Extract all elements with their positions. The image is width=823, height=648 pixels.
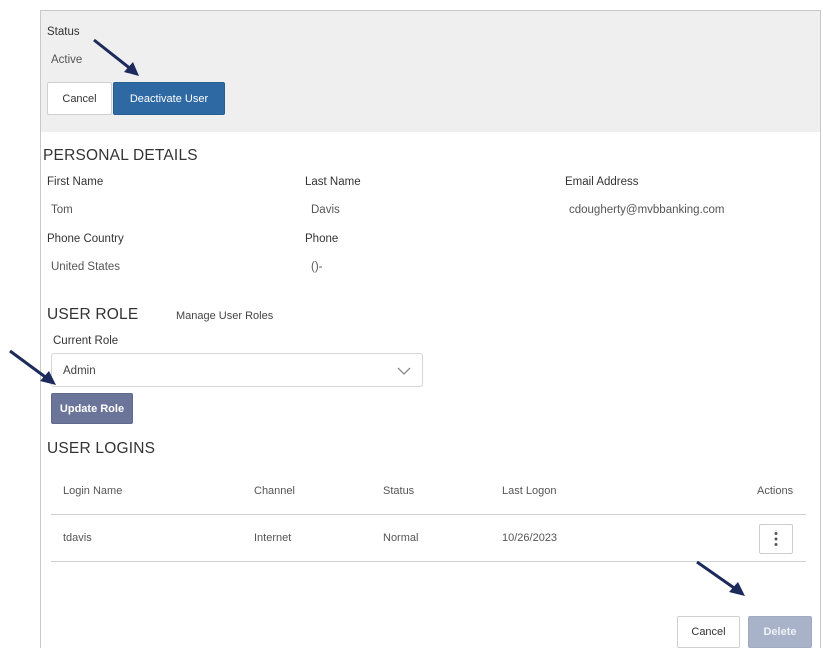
annotation-arrows bbox=[9, 38, 745, 596]
arrow-icon bbox=[93, 38, 139, 76]
arrow-icon bbox=[696, 560, 745, 596]
arrow-icon bbox=[9, 349, 56, 385]
